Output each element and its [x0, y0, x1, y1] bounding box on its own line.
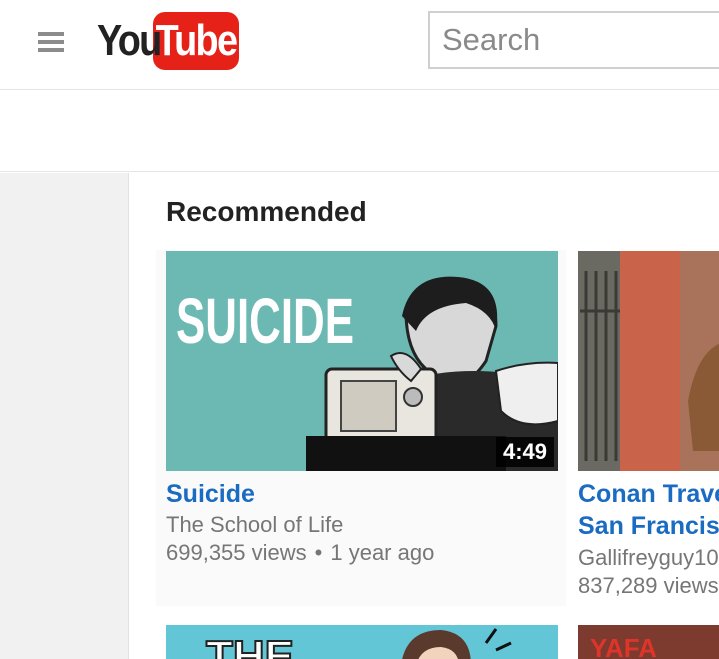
video-thumbnail[interactable]: THE — [166, 625, 558, 659]
menu-line — [38, 48, 64, 52]
thumbnail-art: YAFA — [578, 625, 719, 659]
hamburger-menu-icon[interactable] — [34, 28, 68, 56]
video-title-link[interactable]: Suicide — [166, 478, 255, 510]
video-title-link-line2[interactable]: San Francisc — [578, 510, 719, 542]
section-title: Recommended — [166, 196, 367, 227]
sub-header-bar — [0, 91, 719, 172]
video-title-link[interactable]: Conan Trave — [578, 478, 719, 510]
thumbnail-title-text: SUICIDE — [176, 285, 354, 357]
thumbnail-art — [578, 251, 719, 471]
view-count: 699,355 views — [166, 540, 307, 565]
video-duration-badge: 4:49 — [496, 437, 554, 467]
guide-sidebar — [0, 173, 129, 659]
thumbnail-art: THE — [166, 625, 558, 659]
menu-line — [38, 40, 64, 44]
search-input[interactable] — [430, 13, 719, 67]
view-count: 837,289 views — [578, 573, 719, 598]
menu-line — [38, 32, 64, 36]
logo-you-text: You — [97, 16, 162, 65]
channel-name[interactable]: The School of Life — [166, 512, 343, 538]
separator-dot: • — [314, 540, 323, 565]
masthead: You Tube — [0, 0, 719, 90]
video-meta: 699,355 views • 1 year ago — [166, 540, 434, 566]
search-box — [428, 11, 719, 69]
youtube-logo[interactable]: You Tube — [97, 12, 239, 70]
thumbnail-title-text: YAFA — [590, 633, 657, 659]
logo-tube-box: Tube — [153, 12, 239, 70]
upload-age: 1 year ago — [330, 540, 435, 565]
video-thumbnail[interactable] — [578, 251, 719, 471]
channel-name[interactable]: Gallifreyguy10 — [578, 545, 719, 571]
video-thumbnail[interactable]: YAFA — [578, 625, 719, 659]
logo-tube-text: Tube — [155, 16, 238, 65]
thumbnail-title-text: THE — [206, 632, 294, 659]
